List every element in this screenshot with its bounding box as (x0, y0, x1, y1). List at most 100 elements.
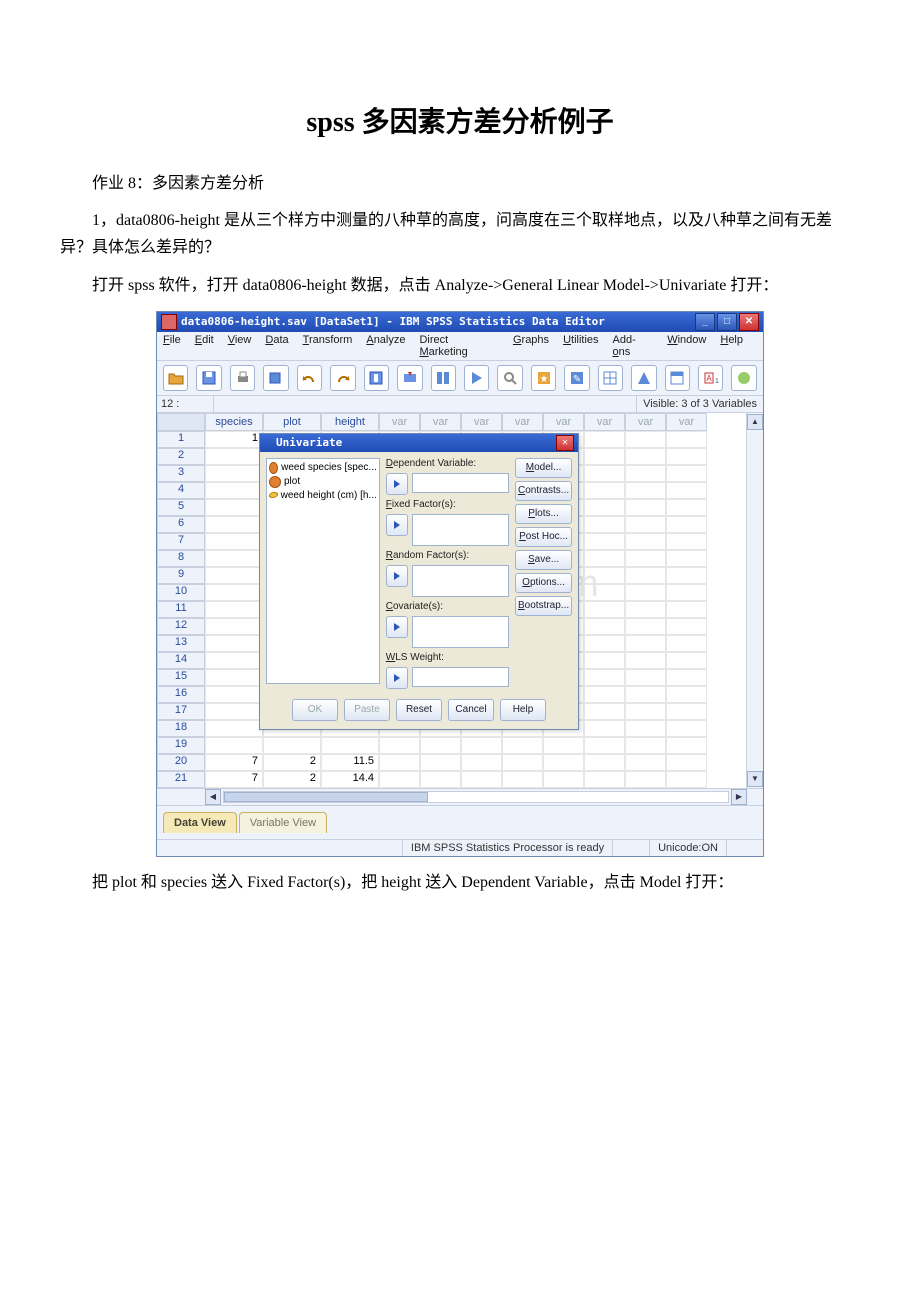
cell[interactable] (379, 754, 420, 771)
menu-direct-marketing[interactable]: Direct Marketing (419, 334, 498, 358)
cell[interactable]: 7 (205, 754, 263, 771)
cell[interactable] (205, 618, 263, 635)
cell[interactable] (584, 601, 625, 618)
cell[interactable] (584, 703, 625, 720)
cell[interactable] (666, 431, 707, 448)
use-sets-icon[interactable] (731, 365, 756, 391)
dialog-button-help[interactable]: Help (500, 699, 546, 721)
select-icon[interactable] (665, 365, 690, 391)
tab-variable-view[interactable]: Variable View (239, 812, 327, 833)
row-header[interactable]: 15 (157, 669, 205, 686)
cell[interactable] (625, 737, 666, 754)
find-icon[interactable] (497, 365, 522, 391)
row-header[interactable]: 10 (157, 584, 205, 601)
cell[interactable] (666, 754, 707, 771)
row-header[interactable]: 19 (157, 737, 205, 754)
cell[interactable] (666, 584, 707, 601)
row-header[interactable]: 14 (157, 652, 205, 669)
row-header[interactable]: 8 (157, 550, 205, 567)
cell[interactable] (420, 737, 461, 754)
cell[interactable] (666, 482, 707, 499)
scroll-right-icon[interactable]: ▶ (731, 789, 747, 805)
side-button-plots[interactable]: Plots... (515, 504, 572, 524)
menu-help[interactable]: Help (720, 334, 743, 358)
cell[interactable] (584, 686, 625, 703)
cell[interactable] (205, 652, 263, 669)
row-header[interactable]: 5 (157, 499, 205, 516)
variable-list[interactable]: weed species [spec...plotweed height (cm… (266, 458, 380, 684)
minimize-button[interactable]: _ (695, 313, 715, 331)
cell[interactable] (584, 618, 625, 635)
dialog-close-button[interactable]: ✕ (556, 435, 574, 451)
cell[interactable] (666, 601, 707, 618)
cell[interactable]: 2 (263, 771, 321, 788)
cell[interactable] (625, 465, 666, 482)
side-button-contrasts[interactable]: Contrasts... (515, 481, 572, 501)
cell[interactable] (625, 669, 666, 686)
col-placeholder[interactable]: var (584, 413, 625, 431)
row-header[interactable]: 1 (157, 431, 205, 448)
side-button-save[interactable]: Save... (515, 550, 572, 570)
cell[interactable] (420, 771, 461, 788)
cell[interactable] (263, 737, 321, 754)
cell[interactable] (205, 499, 263, 516)
cell[interactable] (543, 771, 584, 788)
cell[interactable] (625, 686, 666, 703)
open-icon[interactable] (163, 365, 188, 391)
cell[interactable] (205, 516, 263, 533)
menu-add-ons[interactable]: Add-ons (613, 334, 654, 358)
case-number-field[interactable]: 12 : (157, 396, 214, 412)
cell[interactable] (205, 686, 263, 703)
cell[interactable] (584, 635, 625, 652)
row-header[interactable]: 3 (157, 465, 205, 482)
cell[interactable] (205, 533, 263, 550)
menu-utilities[interactable]: Utilities (563, 334, 598, 358)
weight-icon[interactable] (631, 365, 656, 391)
cell[interactable]: 14.4 (321, 771, 379, 788)
cell[interactable] (461, 737, 502, 754)
col-placeholder[interactable]: var (379, 413, 420, 431)
row-header[interactable]: 16 (157, 686, 205, 703)
cell[interactable] (205, 465, 263, 482)
cell[interactable]: 1 (205, 431, 263, 448)
redo-icon[interactable] (330, 365, 355, 391)
cell[interactable] (205, 482, 263, 499)
menu-edit[interactable]: Edit (195, 334, 214, 358)
move-fixed-button[interactable] (386, 514, 408, 536)
cell[interactable] (584, 720, 625, 737)
recall-icon[interactable] (263, 365, 288, 391)
col-placeholder[interactable]: var (666, 413, 707, 431)
cell[interactable] (584, 771, 625, 788)
cell[interactable] (625, 550, 666, 567)
cell[interactable]: 11.5 (321, 754, 379, 771)
row-header[interactable]: 6 (157, 516, 205, 533)
cell[interactable] (666, 499, 707, 516)
cell[interactable] (625, 635, 666, 652)
cell[interactable] (584, 482, 625, 499)
cell[interactable] (420, 754, 461, 771)
cell[interactable] (666, 448, 707, 465)
cell[interactable] (461, 771, 502, 788)
col-placeholder[interactable]: var (420, 413, 461, 431)
cell[interactable] (461, 754, 502, 771)
cell[interactable] (584, 567, 625, 584)
cell[interactable] (625, 431, 666, 448)
side-button-options[interactable]: Options... (515, 573, 572, 593)
vertical-scrollbar[interactable]: ▲ ▼ (746, 413, 763, 788)
cell[interactable] (625, 499, 666, 516)
goto-icon[interactable] (364, 365, 389, 391)
cell[interactable] (205, 720, 263, 737)
col-placeholder[interactable]: var (461, 413, 502, 431)
cell[interactable] (584, 669, 625, 686)
cell[interactable] (625, 567, 666, 584)
value-labels-icon[interactable]: A1↓ (698, 365, 723, 391)
var-item[interactable]: plot (269, 475, 377, 489)
cell[interactable] (205, 448, 263, 465)
row-header[interactable]: 11 (157, 601, 205, 618)
row-header[interactable]: 20 (157, 754, 205, 771)
cell[interactable] (666, 669, 707, 686)
cell[interactable] (625, 754, 666, 771)
move-dep-button[interactable] (386, 473, 408, 495)
row-header[interactable]: 17 (157, 703, 205, 720)
cell[interactable] (666, 567, 707, 584)
